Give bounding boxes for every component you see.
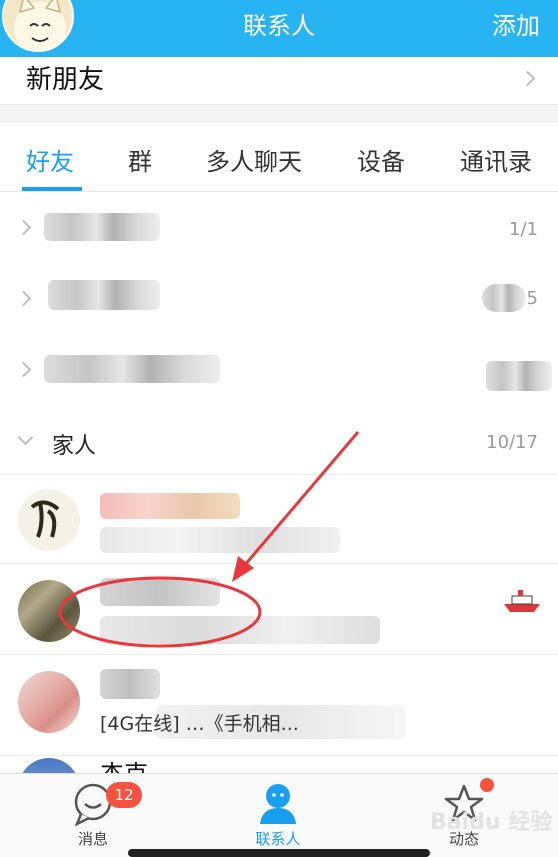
chevron-right-icon (15, 361, 32, 378)
blurred-group-name (44, 355, 220, 383)
blurred-group-name (48, 280, 160, 310)
blurred-contact-name (100, 578, 220, 606)
blurred-contact-name (100, 669, 160, 699)
friend-group-row[interactable] (0, 333, 558, 405)
new-friends-row[interactable]: 新朋友 (0, 57, 558, 105)
watermark: Baidu 经验 (430, 810, 553, 835)
contact-tabs: 好友 群 多人聊天 设备 通讯录 (0, 122, 558, 192)
person-icon (260, 784, 296, 824)
blurred-count (482, 284, 526, 312)
group-count: 5 (526, 288, 538, 309)
contact-preview: [4G在线] …《手机相... (100, 713, 299, 735)
tab-contacts[interactable]: 联系人 (218, 774, 338, 857)
contact-row[interactable] (0, 474, 558, 562)
avatar (18, 489, 80, 551)
chevron-down-icon (17, 429, 34, 446)
contact-row[interactable]: [4G在线] …《手机相... (0, 654, 558, 754)
friend-group-row[interactable]: 1/1 (0, 193, 558, 265)
group-count: 1/1 (509, 219, 538, 240)
tab-groups[interactable]: 群 (128, 142, 152, 177)
home-indicator (128, 849, 430, 857)
tab-messages-label: 消息 (77, 830, 108, 848)
avatar (18, 580, 80, 642)
avatar (18, 671, 80, 733)
blurred-contact-status (100, 616, 380, 644)
group-count: 10/17 (486, 432, 538, 453)
tab-friends[interactable]: 好友 (26, 142, 74, 177)
contact-name: 杰克 (100, 760, 148, 775)
tab-devices[interactable]: 设备 (357, 142, 405, 177)
chevron-right-icon (519, 70, 536, 87)
blurred-contact-name (100, 493, 240, 519)
new-friends-label: 新朋友 (26, 65, 105, 95)
group-name: 家人 (52, 434, 97, 459)
calligraphy-avatar-icon (30, 500, 60, 538)
bottom-tab-bar: 消息 12 联系人 动态 Baidu 经验 (0, 773, 558, 857)
friend-group-row-family[interactable]: 家人 10/17 (0, 404, 558, 474)
unread-badge: 12 (106, 782, 142, 808)
notification-dot (480, 778, 494, 792)
blurred-group-name (44, 213, 160, 241)
blurred-count (486, 361, 552, 391)
top-bar: 联系人 添加 (0, 0, 558, 57)
contact-row[interactable]: 杰克 (0, 755, 558, 775)
ship-icon (504, 590, 540, 612)
chevron-right-icon (15, 219, 32, 236)
tab-contacts-label: 联系人 (255, 830, 301, 848)
active-tab-indicator (22, 187, 82, 191)
friend-group-row[interactable]: 5 (0, 262, 558, 334)
tab-address-book[interactable]: 通讯录 (460, 142, 532, 177)
page-title: 联系人 (243, 12, 315, 40)
blurred-contact-status (100, 527, 340, 553)
add-button[interactable]: 添加 (492, 6, 540, 41)
contact-row[interactable] (0, 563, 558, 653)
tab-multi-chat[interactable]: 多人聊天 (206, 142, 302, 177)
chevron-right-icon (15, 290, 32, 307)
section-divider (0, 105, 558, 122)
